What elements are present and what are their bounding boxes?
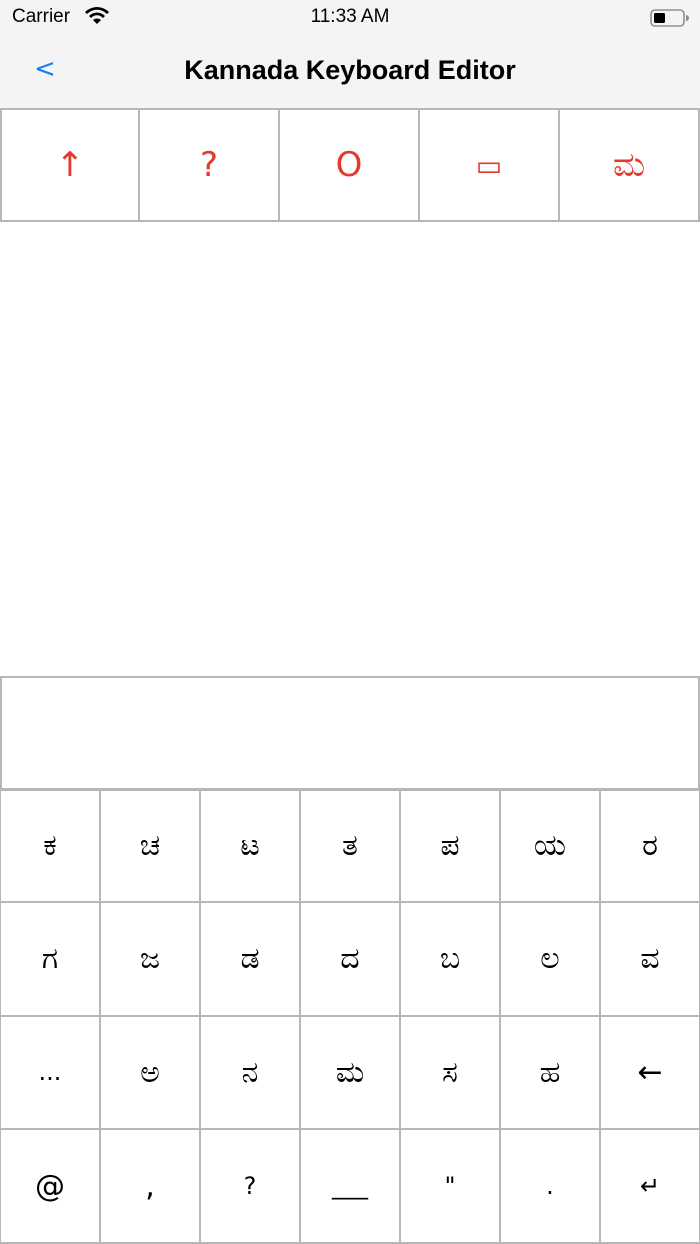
navigation-bar: < Kannada Keyboard Editor	[0, 36, 700, 109]
key[interactable]: ದ	[301, 902, 401, 1017]
suggestion-button[interactable]: ಮ	[560, 110, 700, 220]
key[interactable]: ಸ	[401, 1016, 501, 1131]
key[interactable]: ಮ	[301, 1016, 401, 1131]
key[interactable]: ನ	[201, 1016, 301, 1131]
key[interactable]: ಗ	[1, 902, 101, 1017]
key[interactable]: ಅ	[101, 1016, 201, 1131]
more-keys-button[interactable]: ...	[1, 1016, 101, 1131]
key[interactable]: ತ	[301, 789, 401, 903]
key[interactable]: ಟ	[201, 789, 301, 903]
quote-key[interactable]: "	[401, 1130, 501, 1244]
kannada-keyboard: ಕ ಚ ಟ ತ ಪ ಯ ರ ಗ ಜ ಡ ದ ಬ ಲ ವ ... ಅ ನ ಮ ಸ …	[0, 789, 700, 1244]
key[interactable]: ಹ	[501, 1016, 601, 1131]
return-key[interactable]: ↵	[601, 1130, 700, 1244]
suggestion-button[interactable]: ▭	[420, 110, 560, 220]
space-key[interactable]: ___	[301, 1130, 401, 1244]
suggestion-button[interactable]: ↑	[0, 110, 140, 220]
key[interactable]: ಡ	[201, 902, 301, 1017]
key[interactable]: ಬ	[401, 902, 501, 1017]
comma-key[interactable]: ,	[101, 1130, 201, 1244]
suggestion-button[interactable]: ?	[140, 110, 280, 220]
backspace-key[interactable]: ←	[601, 1016, 700, 1131]
status-bar: Carrier 11:33 AM	[0, 0, 700, 36]
editor-text-field[interactable]	[0, 676, 700, 790]
suggestion-button[interactable]: O	[280, 110, 420, 220]
key[interactable]: ಕ	[1, 789, 101, 903]
key[interactable]: ರ	[601, 789, 700, 903]
battery-icon	[650, 9, 689, 27]
page-title: Kannada Keyboard Editor	[184, 55, 516, 85]
key[interactable]: ಜ	[101, 902, 201, 1017]
at-key[interactable]: @	[1, 1130, 101, 1244]
period-key[interactable]: .	[501, 1130, 601, 1244]
key[interactable]: ಲ	[501, 902, 601, 1017]
clock-time: 11:33 AM	[310, 6, 390, 27]
question-key[interactable]: ?	[201, 1130, 301, 1244]
suggestion-bar: ↑ ? O ▭ ಮ	[0, 108, 700, 222]
key[interactable]: ಪ	[401, 789, 501, 903]
key[interactable]: ಚ	[101, 789, 201, 903]
key[interactable]: ವ	[601, 902, 700, 1017]
key[interactable]: ಯ	[501, 789, 601, 903]
